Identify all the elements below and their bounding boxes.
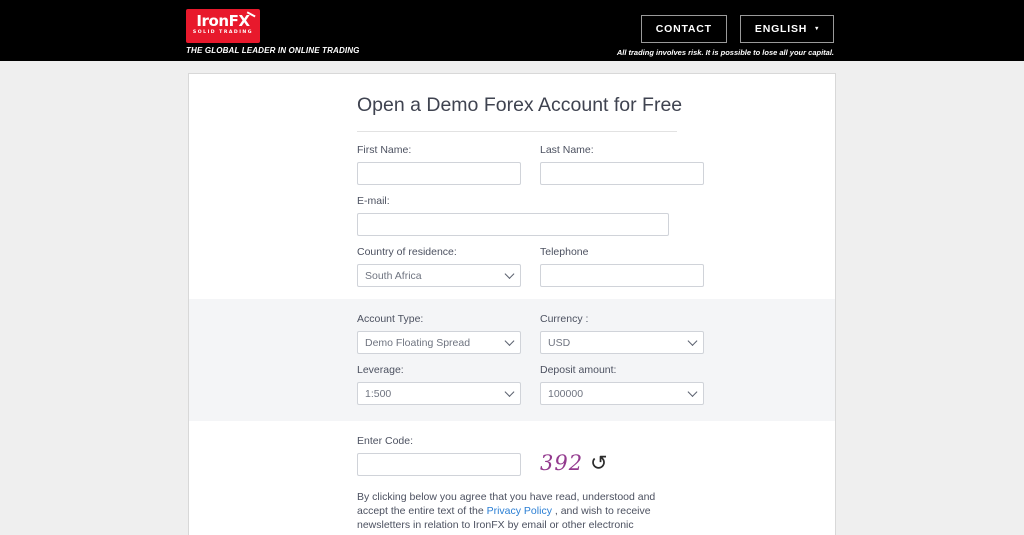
privacy-policy-link[interactable]: Privacy Policy: [487, 505, 552, 517]
telephone-label: Telephone: [540, 246, 589, 258]
disclaimer-text: By clicking below you agree that you hav…: [357, 476, 669, 535]
account-type-label: Account Type:: [357, 313, 424, 325]
email-input[interactable]: [357, 213, 669, 236]
registration-form-card: Open a Demo Forex Account for Free First…: [188, 73, 836, 535]
page-title: Open a Demo Forex Account for Free: [357, 74, 682, 132]
captcha-label: Enter Code:: [357, 435, 414, 447]
captcha-code-image: 392: [540, 451, 584, 475]
captcha-row: Enter Code: 392 ↻: [357, 435, 837, 476]
telephone-field-group: Telephone: [540, 246, 704, 287]
leverage-label: Leverage:: [357, 364, 404, 376]
currency-select[interactable]: [540, 331, 704, 354]
captcha-input[interactable]: [357, 453, 521, 476]
leverage-field-group: Leverage:: [357, 364, 521, 405]
deposit-amount-field-group: Deposit amount:: [540, 364, 704, 405]
last-name-label: Last Name:: [540, 144, 594, 156]
personal-details-section: First Name: Last Name: E-mail: Country o…: [189, 132, 835, 299]
name-row: First Name: Last Name:: [357, 144, 837, 185]
language-button-label: ENGLISH: [754, 23, 808, 35]
page-body: Open a Demo Forex Account for Free First…: [0, 61, 1024, 535]
captcha-section: Enter Code: 392 ↻ By clicking below you …: [189, 421, 835, 535]
leverage-select-wrap: [357, 382, 521, 405]
leverage-deposit-row: Leverage: Deposit amount:: [357, 364, 837, 405]
account-type-field-group: Account Type:: [357, 313, 521, 354]
country-select-wrap: [357, 264, 521, 287]
contact-button-label: CONTACT: [655, 23, 712, 35]
telephone-input[interactable]: [540, 264, 704, 287]
chevron-down-icon: ▾: [815, 26, 819, 32]
logo-mark: IronFX SOLID TRADING: [186, 9, 260, 43]
first-name-field-group: First Name:: [357, 144, 521, 185]
email-field-group: E-mail:: [357, 195, 669, 236]
header-actions: CONTACT ENGLISH ▾: [640, 15, 834, 43]
country-telephone-row: Country of residence: Telephone: [357, 246, 837, 287]
deposit-amount-label: Deposit amount:: [540, 364, 617, 376]
first-name-label: First Name:: [357, 144, 412, 156]
account-type-select-wrap: [357, 331, 521, 354]
email-row: E-mail:: [357, 195, 837, 236]
last-name-field-group: Last Name:: [540, 144, 704, 185]
currency-label: Currency :: [540, 313, 589, 325]
first-name-input[interactable]: [357, 162, 521, 185]
country-field-group: Country of residence:: [357, 246, 521, 287]
currency-select-wrap: [540, 331, 704, 354]
refresh-icon[interactable]: ↻: [590, 452, 608, 475]
leverage-select[interactable]: [357, 382, 521, 405]
header-tagline: THE GLOBAL LEADER IN ONLINE TRADING: [186, 46, 360, 55]
last-name-input[interactable]: [540, 162, 704, 185]
country-select[interactable]: [357, 264, 521, 287]
country-label: Country of residence:: [357, 246, 457, 258]
deposit-amount-select[interactable]: [540, 382, 704, 405]
account-type-select[interactable]: [357, 331, 521, 354]
deposit-amount-select-wrap: [540, 382, 704, 405]
currency-field-group: Currency :: [540, 313, 704, 354]
account-settings-section: Account Type: Currency :: [189, 299, 835, 421]
logo-subtext: SOLID TRADING: [192, 30, 254, 35]
site-header: IronFX SOLID TRADING THE GLOBAL LEADER I…: [0, 0, 1024, 61]
account-type-currency-row: Account Type: Currency :: [357, 313, 837, 354]
language-selector-button[interactable]: ENGLISH ▾: [739, 15, 834, 43]
risk-warning-text: All trading involves risk. It is possibl…: [616, 48, 834, 57]
captcha-display: 392 ↻: [540, 451, 608, 476]
contact-button[interactable]: CONTACT: [640, 15, 727, 43]
email-label: E-mail:: [357, 195, 390, 207]
form-inner: Open a Demo Forex Account for Free First…: [189, 74, 835, 535]
captcha-field-group: Enter Code:: [357, 435, 521, 476]
ironfx-logo[interactable]: IronFX SOLID TRADING: [186, 9, 260, 43]
